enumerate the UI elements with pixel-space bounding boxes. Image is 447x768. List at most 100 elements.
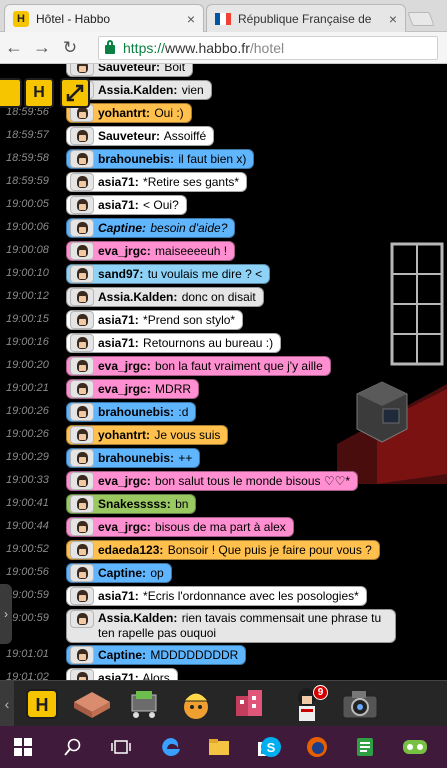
chat-username[interactable]: brahounebis: (98, 152, 174, 166)
chat-bubble[interactable]: asia71: < Oui? (66, 195, 187, 215)
user-avatar-icon[interactable] (70, 449, 94, 467)
chat-bubble[interactable]: asia71: *Retire ses gants* (66, 172, 248, 192)
chat-username[interactable]: Sauveteur: (98, 129, 160, 143)
chat-username[interactable]: asia71: (98, 175, 139, 189)
user-avatar-icon[interactable] (70, 426, 94, 444)
new-tab-button[interactable] (407, 12, 435, 26)
chat-username[interactable]: asia71: (98, 336, 139, 350)
chat-username[interactable]: asia71: (98, 313, 139, 327)
explorer-icon[interactable] (206, 734, 232, 760)
game-icon[interactable] (402, 734, 428, 760)
chat-bubble[interactable]: brahounebis: il faut bien x) (66, 149, 255, 169)
chat-bubble[interactable]: Sauveteur: Assoiffé (66, 126, 215, 146)
chat-username[interactable]: edaeda123: (98, 543, 163, 557)
user-avatar-icon[interactable] (70, 357, 94, 375)
user-avatar-icon[interactable] (70, 127, 94, 145)
close-tab-icon[interactable]: × (383, 11, 397, 27)
user-avatar-icon[interactable] (70, 610, 94, 628)
side-tab[interactable] (0, 78, 22, 108)
user-avatar-icon[interactable] (70, 518, 94, 536)
chat-username[interactable]: asia71: (98, 589, 139, 603)
chat-bubble[interactable]: eva_jrgc: bon la faut vraiment que j'y a… (66, 356, 331, 376)
chat-bubble[interactable]: Sauveteur: Boit (66, 64, 194, 77)
user-avatar-icon[interactable] (70, 219, 94, 237)
chat-bubble[interactable]: brahounebis: ++ (66, 448, 201, 468)
rooms-icon[interactable] (72, 685, 112, 723)
builder-icon[interactable] (176, 685, 216, 723)
chat-username[interactable]: eva_jrgc: (98, 359, 151, 373)
chat-username[interactable]: Captine: (98, 221, 146, 235)
chat-bubble[interactable]: Captine: op (66, 563, 172, 583)
user-avatar-icon[interactable] (70, 403, 94, 421)
chat-username[interactable]: eva_jrgc: (98, 520, 151, 534)
chat-bubble[interactable]: sand97: tu voulais me dire ? < (66, 264, 271, 284)
task-view-icon[interactable] (108, 734, 134, 760)
back-icon[interactable]: ← (0, 37, 28, 58)
toolbar-toggle-button[interactable]: ‹ (0, 681, 14, 727)
user-avatar-icon[interactable] (70, 380, 94, 398)
chat-bubble[interactable]: yohantrt: Je vous suis (66, 425, 229, 445)
user-avatar-icon[interactable] (70, 587, 94, 605)
chat-username[interactable]: asia71: (98, 198, 139, 212)
user-avatar-icon[interactable] (70, 334, 94, 352)
shop-icon[interactable] (124, 685, 164, 723)
user-avatar-icon[interactable] (70, 173, 94, 191)
chat-username[interactable]: Captine: (98, 648, 146, 662)
chat-username[interactable]: eva_jrgc: (98, 382, 151, 396)
chat-username[interactable]: asia71: (98, 671, 139, 680)
chat-bubble[interactable]: Captine: besoin d'aide? (66, 218, 236, 238)
chat-bubble[interactable]: edaeda123: Bonsoir ! Que puis je faire p… (66, 540, 380, 560)
url-input[interactable]: https://www.habbo.fr/hotel (98, 36, 438, 60)
avatar-icon[interactable]: 9 (284, 685, 330, 723)
chat-username[interactable]: eva_jrgc: (98, 244, 151, 258)
chat-bubble[interactable]: eva_jrgc: bon salut tous le monde bisous… (66, 471, 359, 491)
notes-icon[interactable] (352, 734, 378, 760)
user-avatar-icon[interactable] (70, 311, 94, 329)
forward-icon[interactable]: → (28, 37, 56, 58)
chat-username[interactable]: Assia.Kalden: (98, 83, 177, 97)
chat-username[interactable]: eva_jrgc: (98, 474, 151, 488)
windows-start-icon[interactable] (10, 734, 36, 760)
chat-username[interactable]: Snakesssss: (98, 497, 171, 511)
toggle-ui-button[interactable]: H (24, 78, 54, 108)
expand-button[interactable] (60, 78, 90, 108)
close-tab-icon[interactable]: × (181, 11, 195, 27)
chat-bubble[interactable]: asia71: Retournons au bureau :) (66, 333, 282, 353)
chat-bubble[interactable]: Snakesssss: bn (66, 494, 197, 514)
user-avatar-icon[interactable] (70, 242, 94, 260)
chat-username[interactable]: Sauveteur: (98, 64, 160, 74)
chat-username[interactable]: Captine: (98, 566, 146, 580)
chat-bubble[interactable]: asia71: *Ecris l'ordonnance avec les pos… (66, 586, 367, 606)
user-avatar-icon[interactable] (70, 495, 94, 513)
chat-bubble[interactable]: Assia.Kalden: rien tavais commensait une… (66, 609, 396, 643)
chat-bubble[interactable]: eva_jrgc: MDRR (66, 379, 200, 399)
user-avatar-icon[interactable] (70, 541, 94, 559)
tab-republique[interactable]: République Française de × (206, 4, 406, 32)
firefox-icon[interactable] (304, 734, 330, 760)
skype-icon[interactable]: S (258, 734, 284, 760)
chat-username[interactable]: brahounebis: (98, 451, 174, 465)
habbo-logo-icon[interactable]: H (22, 685, 62, 723)
reload-icon[interactable]: ↻ (56, 38, 84, 58)
chat-bubble[interactable]: eva_jrgc: maiseeeeuh ! (66, 241, 236, 261)
chat-username[interactable]: yohantrt: (98, 428, 150, 442)
user-avatar-icon[interactable] (70, 265, 94, 283)
habbo-game-viewport[interactable]: Sauveteur: Boit Assia.Kalden: vien 18:59:5… (0, 64, 447, 680)
catalog-icon[interactable] (230, 685, 270, 723)
collapse-toolbar-button[interactable]: › (0, 584, 12, 644)
chat-username[interactable]: Assia.Kalden: (98, 290, 177, 304)
chat-bubble[interactable]: brahounebis: :d (66, 402, 197, 422)
chat-username[interactable]: Assia.Kalden: (98, 611, 177, 625)
search-icon[interactable] (60, 734, 86, 760)
user-avatar-icon[interactable] (70, 669, 94, 680)
chat-bubble[interactable]: Captine: MDDDDDDDDR (66, 645, 247, 665)
user-avatar-icon[interactable] (70, 288, 94, 306)
tab-habbo[interactable]: H Hôtel - Habbo × (4, 4, 204, 32)
chat-bubble[interactable]: asia71: *Prend son stylo* (66, 310, 244, 330)
user-avatar-icon[interactable] (70, 564, 94, 582)
user-avatar-icon[interactable] (70, 150, 94, 168)
chat-username[interactable]: brahounebis: (98, 405, 174, 419)
edge-icon[interactable] (158, 734, 184, 760)
user-avatar-icon[interactable] (70, 64, 94, 76)
user-avatar-icon[interactable] (70, 646, 94, 664)
